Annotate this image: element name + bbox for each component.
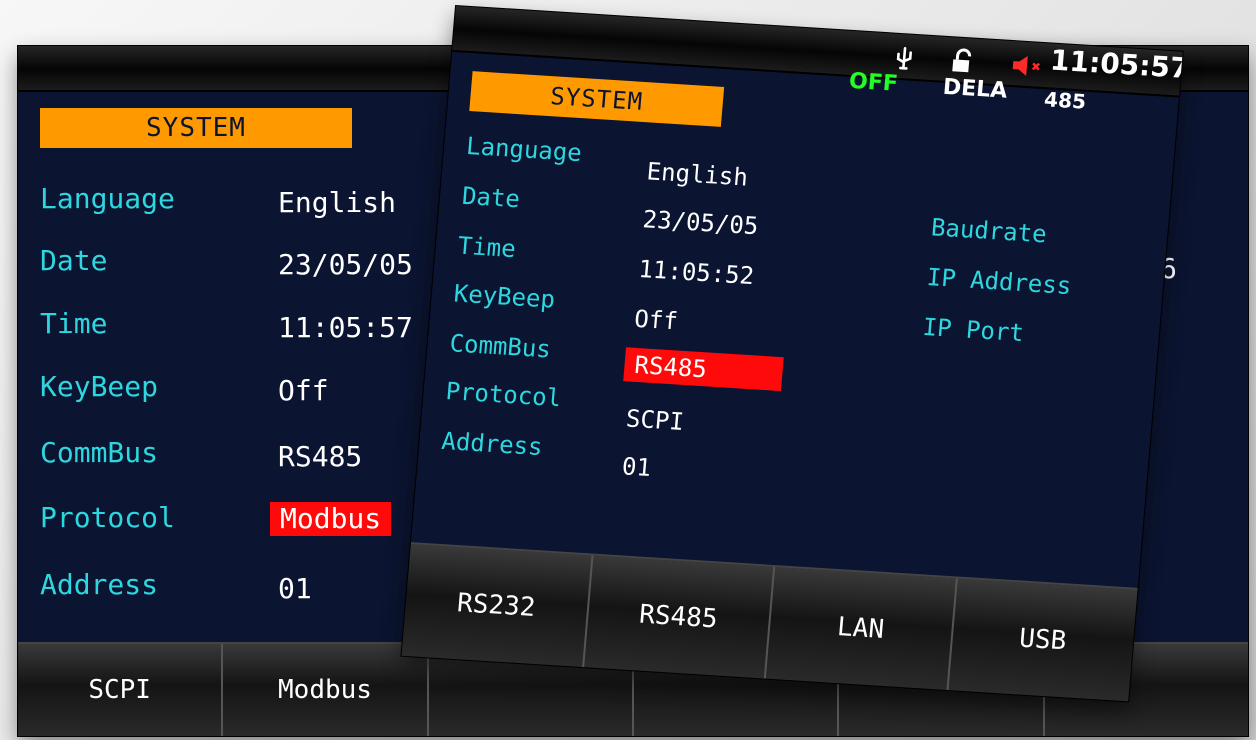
back-value-protocol[interactable]: Modbus xyxy=(270,502,392,536)
front-value-address[interactable]: 01 xyxy=(621,449,653,485)
back-label-address: Address xyxy=(40,568,159,601)
back-value-keybeep[interactable]: Off xyxy=(278,374,329,408)
softkey-lan[interactable]: LAN xyxy=(765,567,958,691)
softkey-rs485[interactable]: RS485 xyxy=(583,555,776,679)
front-value-protocol[interactable]: SCPI xyxy=(625,401,686,439)
front-value-commbus[interactable]: RS485 xyxy=(623,347,785,392)
back-value-time[interactable]: 11:05:57 xyxy=(278,311,413,345)
back-label-time: Time xyxy=(40,307,108,340)
back-value-address[interactable]: 01 xyxy=(278,572,312,606)
front-screen: OFF DELA 485 11:05:57 SYSTEM Language En… xyxy=(401,6,1183,702)
usb-icon xyxy=(896,46,912,70)
back-section-title: SYSTEM xyxy=(40,108,352,148)
softkey-rs232-label: RS232 xyxy=(455,588,537,623)
softkey-usb-label: USB xyxy=(1018,623,1068,657)
unlock-icon xyxy=(952,48,972,73)
front-label-date: Date xyxy=(460,181,522,214)
front-label-keybeep: KeyBeep xyxy=(452,279,557,314)
back-label-language: Language xyxy=(40,182,175,215)
speaker-muted-icon xyxy=(1012,56,1041,76)
front-value-keybeep[interactable]: Off xyxy=(633,302,679,339)
back-label-commbus: CommBus xyxy=(40,436,159,469)
softkey-modbus-label: Modbus xyxy=(278,675,372,705)
softkey-modbus[interactable]: Modbus xyxy=(223,644,429,736)
softkey-usb[interactable]: USB xyxy=(948,578,1138,701)
front-label-baudrate: Baudrate xyxy=(929,213,1048,249)
softkey-rs485-label: RS485 xyxy=(638,599,719,635)
front-label-ip-address: IP Address xyxy=(925,263,1073,301)
back-label-protocol: Protocol xyxy=(40,501,175,534)
back-label-date: Date xyxy=(40,244,108,277)
front-section-title: SYSTEM xyxy=(469,71,725,127)
back-value-commbus[interactable]: RS485 xyxy=(278,440,362,474)
front-value-date[interactable]: 23/05/05 xyxy=(641,202,760,243)
status-interface: 485 xyxy=(1043,87,1087,114)
softkey-rs232[interactable]: RS232 xyxy=(401,544,593,668)
status-time: 11:05:57 xyxy=(1048,43,1183,86)
front-label-time: Time xyxy=(456,231,517,264)
front-label-protocol: Protocol xyxy=(444,377,563,413)
softkey-lan-label: LAN xyxy=(835,612,886,645)
status-off: OFF xyxy=(848,68,899,97)
softkey-scpi-label: SCPI xyxy=(88,675,151,705)
front-value-time[interactable]: 11:05:52 xyxy=(637,252,755,293)
front-label-address: Address xyxy=(440,426,544,462)
front-value-language[interactable]: English xyxy=(645,154,749,194)
back-value-language[interactable]: English xyxy=(278,186,396,220)
front-label-ip-port: IP Port xyxy=(921,312,1025,348)
back-label-keybeep: KeyBeep xyxy=(40,370,159,403)
back-value-date[interactable]: 23/05/05 xyxy=(278,248,413,282)
softkey-scpi[interactable]: SCPI xyxy=(18,644,224,736)
status-mode: DELA xyxy=(941,74,1009,104)
front-label-language: Language xyxy=(465,131,583,168)
front-label-commbus: CommBus xyxy=(448,329,552,364)
